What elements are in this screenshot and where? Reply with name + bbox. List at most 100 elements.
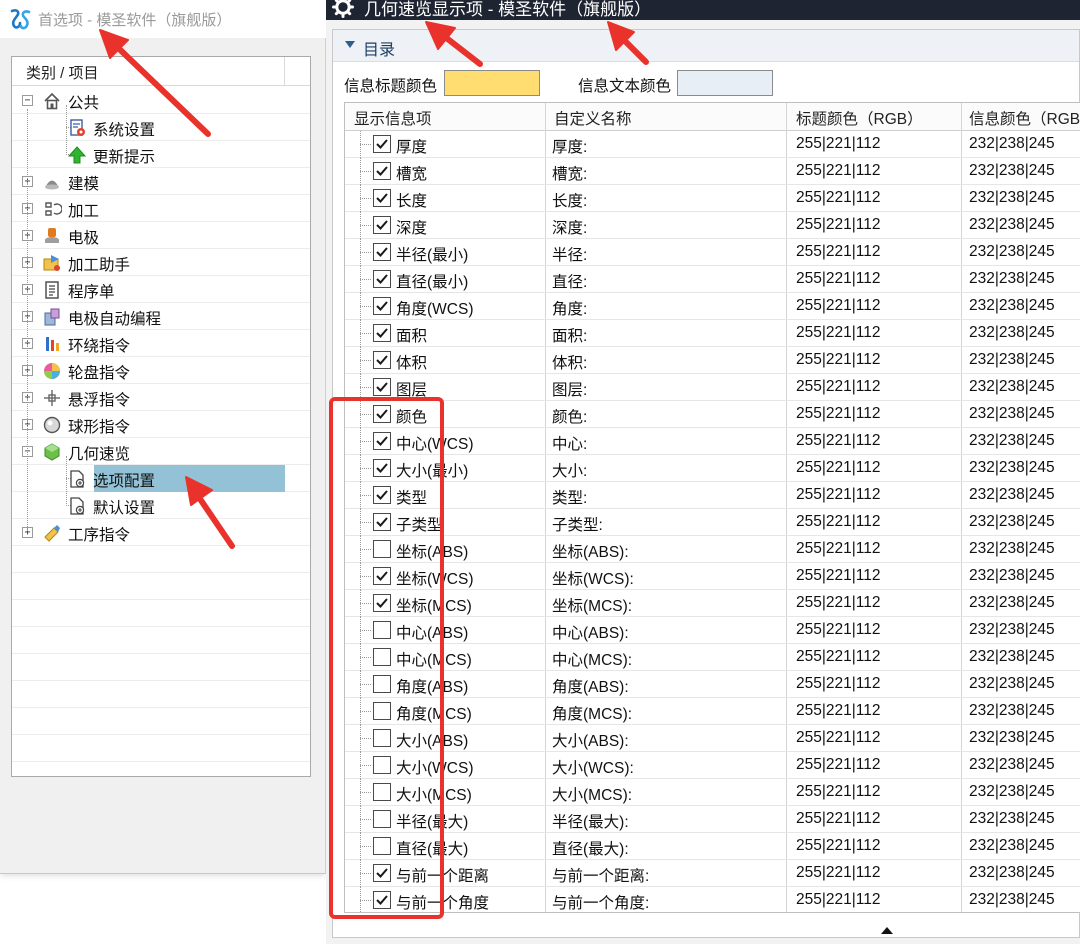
info-color-cell[interactable]: 232|238|245 <box>969 567 1055 585</box>
title-color-cell[interactable]: 255|221|112 <box>796 432 881 450</box>
title-color-cell[interactable]: 255|221|112 <box>796 810 881 828</box>
info-color-cell[interactable]: 232|238|245 <box>969 837 1055 855</box>
info-color-cell[interactable]: 232|238|245 <box>969 783 1055 801</box>
custom-name-cell[interactable]: 直径(最大): <box>552 837 629 859</box>
table-row[interactable]: 坐标(WCS) 坐标(WCS): 255|221|112 232|238|245 <box>345 563 1080 590</box>
table-row[interactable]: 坐标(MCS) 坐标(MCS): 255|221|112 232|238|245 <box>345 590 1080 617</box>
custom-name-cell[interactable]: 大小(WCS): <box>552 756 634 778</box>
custom-name-cell[interactable]: 半径: <box>552 243 587 265</box>
table-row[interactable]: 大小(ABS) 大小(ABS): 255|221|112 232|238|245 <box>345 725 1080 752</box>
table-row[interactable]: 中心(ABS) 中心(ABS): 255|221|112 232|238|245 <box>345 617 1080 644</box>
info-color-cell[interactable]: 232|238|245 <box>969 432 1055 450</box>
display-checkbox[interactable] <box>373 189 391 207</box>
table-row[interactable]: 直径(最小) 直径: 255|221|112 232|238|245 <box>345 266 1080 293</box>
catalog-section-header[interactable]: 目录 <box>333 30 1079 62</box>
display-checkbox[interactable] <box>373 837 391 855</box>
column-header-custom-name[interactable]: 自定义名称 <box>554 107 632 129</box>
info-color-cell[interactable]: 232|238|245 <box>969 702 1055 720</box>
title-color-cell[interactable]: 255|221|112 <box>796 783 881 801</box>
custom-name-cell[interactable]: 中心: <box>552 432 587 454</box>
title-color-cell[interactable]: 255|221|112 <box>796 297 881 315</box>
table-row[interactable]: 类型 类型: 255|221|112 232|238|245 <box>345 482 1080 509</box>
table-row[interactable]: 直径(最大) 直径(最大): 255|221|112 232|238|245 <box>345 833 1080 860</box>
title-color-cell[interactable]: 255|221|112 <box>796 675 881 693</box>
info-color-cell[interactable]: 232|238|245 <box>969 324 1055 342</box>
tree-item-geometry-preview[interactable]: − 几何速览 <box>12 438 310 465</box>
title-color-cell[interactable]: 255|221|112 <box>796 459 881 477</box>
info-color-cell[interactable]: 232|238|245 <box>969 270 1055 288</box>
title-color-cell[interactable]: 255|221|112 <box>796 702 881 720</box>
display-checkbox[interactable] <box>373 594 391 612</box>
title-color-cell[interactable]: 255|221|112 <box>796 324 881 342</box>
custom-name-cell[interactable]: 大小(ABS): <box>552 729 629 751</box>
custom-name-cell[interactable]: 面积: <box>552 324 587 346</box>
column-header-display-item[interactable]: 显示信息项 <box>354 107 432 129</box>
tree-item-electrode[interactable]: + 电极 <box>12 222 310 249</box>
custom-name-cell[interactable]: 长度: <box>552 189 587 211</box>
info-color-cell[interactable]: 232|238|245 <box>969 459 1055 477</box>
table-row[interactable]: 中心(WCS) 中心: 255|221|112 232|238|245 <box>345 428 1080 455</box>
table-row[interactable]: 角度(ABS) 角度(ABS): 255|221|112 232|238|245 <box>345 671 1080 698</box>
tree-item-electrode-auto-programming[interactable]: + 电极自动编程 <box>12 303 310 330</box>
custom-name-cell[interactable]: 大小: <box>552 459 587 481</box>
custom-name-cell[interactable]: 图层: <box>552 378 587 400</box>
table-row[interactable]: 子类型 子类型: 255|221|112 232|238|245 <box>345 509 1080 536</box>
custom-name-cell[interactable]: 中心(ABS): <box>552 621 629 643</box>
custom-name-cell[interactable]: 坐标(MCS): <box>552 594 632 616</box>
custom-name-cell[interactable]: 厚度: <box>552 135 587 157</box>
display-checkbox[interactable] <box>373 783 391 801</box>
custom-name-cell[interactable]: 子类型: <box>552 513 603 535</box>
table-row[interactable]: 槽宽 槽宽: 255|221|112 232|238|245 <box>345 158 1080 185</box>
table-row[interactable]: 坐标(ABS) 坐标(ABS): 255|221|112 232|238|245 <box>345 536 1080 563</box>
title-color-cell[interactable]: 255|221|112 <box>796 756 881 774</box>
display-checkbox[interactable] <box>373 540 391 558</box>
tree-item-default-settings[interactable]: 默认设置 <box>12 492 310 519</box>
title-color-cell[interactable]: 255|221|112 <box>796 378 881 396</box>
info-color-cell[interactable]: 232|238|245 <box>969 513 1055 531</box>
custom-name-cell[interactable]: 中心(MCS): <box>552 648 632 670</box>
display-checkbox[interactable] <box>373 513 391 531</box>
table-row[interactable]: 厚度 厚度: 255|221|112 232|238|245 <box>345 131 1080 158</box>
tree-item-update-tips[interactable]: 更新提示 <box>12 141 310 168</box>
info-color-cell[interactable]: 232|238|245 <box>969 648 1055 666</box>
custom-name-cell[interactable]: 坐标(ABS): <box>552 540 629 562</box>
collapse-toggle-icon[interactable]: − <box>22 95 33 106</box>
info-color-cell[interactable]: 232|238|245 <box>969 405 1055 423</box>
custom-name-cell[interactable]: 角度(ABS): <box>552 675 629 697</box>
info-color-cell[interactable]: 232|238|245 <box>969 135 1055 153</box>
title-color-cell[interactable]: 255|221|112 <box>796 567 881 585</box>
title-color-cell[interactable]: 255|221|112 <box>796 135 881 153</box>
display-checkbox[interactable] <box>373 432 391 450</box>
info-color-cell[interactable]: 232|238|245 <box>969 378 1055 396</box>
table-row[interactable]: 大小(最小) 大小: 255|221|112 232|238|245 <box>345 455 1080 482</box>
info-color-cell[interactable]: 232|238|245 <box>969 486 1055 504</box>
display-checkbox[interactable] <box>373 459 391 477</box>
title-color-cell[interactable]: 255|221|112 <box>796 837 881 855</box>
tree-item-program-sheet[interactable]: + 程序单 <box>12 276 310 303</box>
display-checkbox[interactable] <box>373 324 391 342</box>
tree-item-modeling[interactable]: + 建模 <box>12 168 310 195</box>
table-row[interactable]: 与前一个距离 与前一个距离: 255|221|112 232|238|245 <box>345 860 1080 887</box>
display-checkbox[interactable] <box>373 729 391 747</box>
display-checkbox[interactable] <box>373 378 391 396</box>
info-color-cell[interactable]: 232|238|245 <box>969 891 1055 909</box>
display-checkbox[interactable] <box>373 243 391 261</box>
custom-name-cell[interactable]: 颜色: <box>552 405 587 427</box>
custom-name-cell[interactable]: 深度: <box>552 216 587 238</box>
table-row[interactable]: 面积 面积: 255|221|112 232|238|245 <box>345 320 1080 347</box>
display-checkbox[interactable] <box>373 702 391 720</box>
tree-item-option-config[interactable]: 选项配置 <box>12 465 310 492</box>
info-color-cell[interactable]: 232|238|245 <box>969 621 1055 639</box>
title-color-cell[interactable]: 255|221|112 <box>796 216 881 234</box>
tree-item-system-settings[interactable]: 系统设置 <box>12 114 310 141</box>
display-checkbox[interactable] <box>373 270 391 288</box>
tree-item-wheel-command[interactable]: + 轮盘指令 <box>12 357 310 384</box>
table-row[interactable]: 半径(最小) 半径: 255|221|112 232|238|245 <box>345 239 1080 266</box>
text-color-picker[interactable] <box>677 70 773 96</box>
title-color-cell[interactable]: 255|221|112 <box>796 891 881 909</box>
display-checkbox[interactable] <box>373 756 391 774</box>
tree-item-machining-assistant[interactable]: + 加工助手 <box>12 249 310 276</box>
table-row[interactable]: 角度(WCS) 角度: 255|221|112 232|238|245 <box>345 293 1080 320</box>
title-color-cell[interactable]: 255|221|112 <box>796 243 881 261</box>
column-header-info-color[interactable]: 信息颜色（RGB） <box>969 107 1080 129</box>
